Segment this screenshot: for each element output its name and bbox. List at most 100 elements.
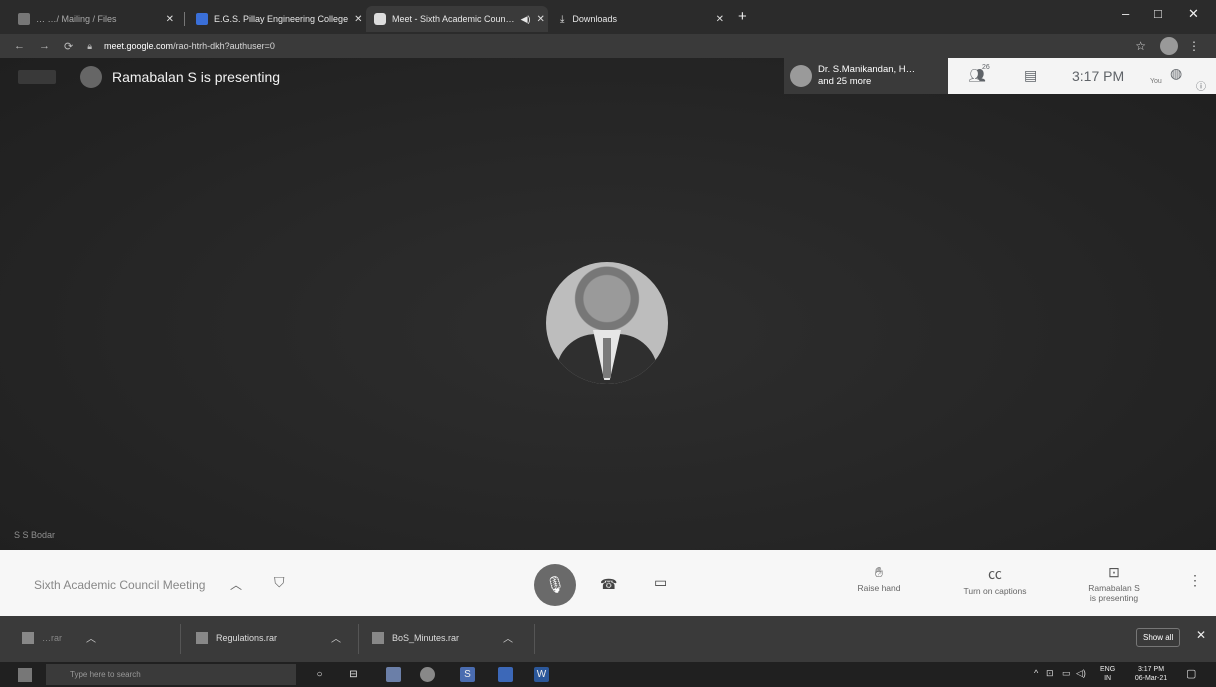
chevron-up-icon[interactable]: ︿ <box>86 630 96 645</box>
presenter-avatar <box>80 66 102 88</box>
photo-tie <box>603 338 611 378</box>
tab-meet[interactable]: Meet - Sixth Academic Coun… ◀︎) ✕ <box>366 6 548 32</box>
reload-icon[interactable]: ⟳ <box>64 40 73 53</box>
task-view-icon[interactable]: ⊟ <box>346 667 361 682</box>
info-icon[interactable]: ⓘ <box>1196 78 1206 93</box>
raise-hand-button[interactable]: ✋︎ Raise hand <box>846 564 912 593</box>
download-item[interactable]: …rar ︿ <box>22 630 96 645</box>
meeting-clock: 3:17 PM <box>1072 68 1125 84</box>
bookmark-star-icon[interactable]: ☆ <box>1135 39 1146 53</box>
region-code: IN <box>1104 675 1112 682</box>
presenter-banner: Ramabalan S is presenting <box>18 66 280 88</box>
lang-code: ENG <box>1100 666 1116 673</box>
meeting-title[interactable]: Sixth Academic Council Meeting <box>34 578 205 592</box>
profile-avatar[interactable] <box>1160 37 1178 55</box>
minimize-button[interactable]: – <box>1122 6 1129 21</box>
chevron-up-icon[interactable]: ︿ <box>331 630 341 645</box>
participants-preview[interactable]: Dr. S.Manikandan, H… and 25 more <box>784 58 948 94</box>
chrome-icon[interactable] <box>420 667 435 682</box>
meet-top-right-panel: 👥︎ 26 ▤ 3:17 PM ◍ You ⓘ <box>948 58 1216 94</box>
tab-files[interactable]: … …/ Mailing / Files ✕ <box>10 6 182 32</box>
self-avatar[interactable]: ◍ <box>1170 65 1182 82</box>
taskbar-clock[interactable]: 3:17 PM 06-Mar-21 <box>1126 665 1176 683</box>
language-indicator[interactable]: ENG IN <box>1100 665 1115 683</box>
captions-button[interactable]: ㏄ Turn on captions <box>950 564 1040 596</box>
close-icon[interactable]: ✕ <box>710 14 724 25</box>
divider <box>180 624 181 654</box>
app-icon[interactable]: S <box>460 667 475 682</box>
presenting-text: Ramabalan S is presenting <box>112 69 281 85</box>
address-bar[interactable]: ← → ⟳ 🔒︎ meet.google.com/rao-htrh-dkh?au… <box>0 34 1216 58</box>
participants-name: Dr. S.Manikandan, H… <box>818 64 916 75</box>
chevron-up-icon[interactable]: ︿ <box>230 576 242 593</box>
file-icon <box>22 631 34 644</box>
raise-hand-label: Raise hand <box>857 583 901 593</box>
download-item[interactable]: Regulations.rar ︿ <box>196 630 341 645</box>
tray-chevron-icon[interactable]: ^ <box>1034 668 1038 678</box>
meet-controls-bar: Sixth Academic Council Meeting ︿ ⛉ 🎙︎ ☎︎… <box>0 550 1216 616</box>
meet-favicon-icon <box>374 13 386 25</box>
download-filename: Regulations.rar <box>216 632 278 643</box>
download-filename: BoS_Minutes.rar <box>392 632 460 643</box>
download-filename: …rar <box>42 632 62 643</box>
camera-icon: ▭ <box>654 574 668 590</box>
volume-icon[interactable]: ◁) <box>1076 668 1086 679</box>
file-explorer-icon[interactable] <box>386 667 401 682</box>
mic-off-icon: 🎙︎ <box>544 577 566 594</box>
network-icon[interactable]: ⊡ <box>1046 668 1054 679</box>
downloads-bar: …rar ︿ Regulations.rar ︿ BoS_Minutes.rar… <box>0 616 1216 662</box>
tab-divider <box>184 12 185 26</box>
you-label: You <box>1150 78 1162 85</box>
taskbar-date: 06-Mar-21 <box>1134 675 1168 682</box>
file-icon <box>196 631 208 644</box>
file-icon <box>372 631 384 644</box>
tab-downloads[interactable]: ⤓ Downloads ✕ <box>552 6 732 32</box>
windows-taskbar: Type here to search ○ ⊟ S W ^ ⊡ ▭ ◁) ENG… <box>0 662 1216 687</box>
taskbar-search-input[interactable]: Type here to search <box>46 664 296 685</box>
hang-up-button[interactable]: ☎︎ <box>600 576 617 593</box>
forward-icon[interactable]: → <box>39 40 50 52</box>
word-icon[interactable]: W <box>534 667 549 682</box>
chevron-up-icon[interactable]: ︿ <box>503 630 513 645</box>
notification-icon[interactable]: ▢ <box>1186 667 1196 680</box>
microphone-off-button[interactable]: 🎙︎ <box>534 564 576 606</box>
camera-button[interactable]: ▭ <box>654 574 667 591</box>
browser-menu-icon[interactable]: ⋮ <box>1188 39 1200 53</box>
favicon-icon <box>18 13 30 25</box>
participant-avatar <box>790 65 812 87</box>
show-all-button[interactable]: Show all <box>1136 628 1181 647</box>
close-icon[interactable]: ✕ <box>160 14 174 25</box>
close-icon[interactable]: ✕ <box>1196 628 1206 642</box>
lock-icon[interactable]: 🔒︎ <box>87 41 92 52</box>
tab-egs-pillay[interactable]: E.G.S. Pillay Engineering College ✕ <box>188 6 364 32</box>
display-icon[interactable]: ▭ <box>1062 668 1071 679</box>
participant-count: 26 <box>982 64 990 71</box>
start-icon[interactable] <box>18 668 32 682</box>
new-tab-button[interactable]: + <box>738 8 747 25</box>
presenting-line2: is presenting <box>1089 593 1139 603</box>
audio-icon[interactable]: ◀︎) <box>521 14 531 25</box>
self-tile-name: S S Bodar <box>14 530 56 540</box>
download-item[interactable]: BoS_Minutes.rar ︿ <box>372 630 513 645</box>
phone-icon: ☎︎ <box>600 576 618 592</box>
meet-stage: Ramabalan S is presenting Dr. S.Manikand… <box>0 58 1216 550</box>
favicon-icon <box>196 13 208 25</box>
url-text[interactable]: meet.google.com/rao-htrh-dkh?authuser=0 <box>104 41 275 51</box>
close-icon[interactable]: ✕ <box>530 14 544 25</box>
cortana-icon[interactable]: ○ <box>312 667 327 682</box>
download-icon: ⤓ <box>560 13 565 25</box>
app-icon[interactable] <box>498 667 513 682</box>
present-icon: ⊡ <box>1108 564 1120 580</box>
divider <box>534 624 535 654</box>
close-window-button[interactable]: ✕ <box>1188 6 1199 22</box>
shield-icon[interactable]: ⛉ <box>274 574 285 591</box>
captions-label: Turn on captions <box>963 586 1027 596</box>
layout-grid-icon[interactable] <box>18 70 56 84</box>
back-icon[interactable]: ← <box>14 40 25 52</box>
more-options-icon[interactable]: ⋮ <box>1188 572 1202 589</box>
divider <box>358 624 359 654</box>
maximize-button[interactable]: □ <box>1154 6 1162 21</box>
chat-icon[interactable]: ▤ <box>1024 67 1037 84</box>
present-now-button[interactable]: ⊡ Ramabalan S is presenting <box>1076 564 1152 603</box>
close-icon[interactable]: ✕ <box>348 14 362 25</box>
